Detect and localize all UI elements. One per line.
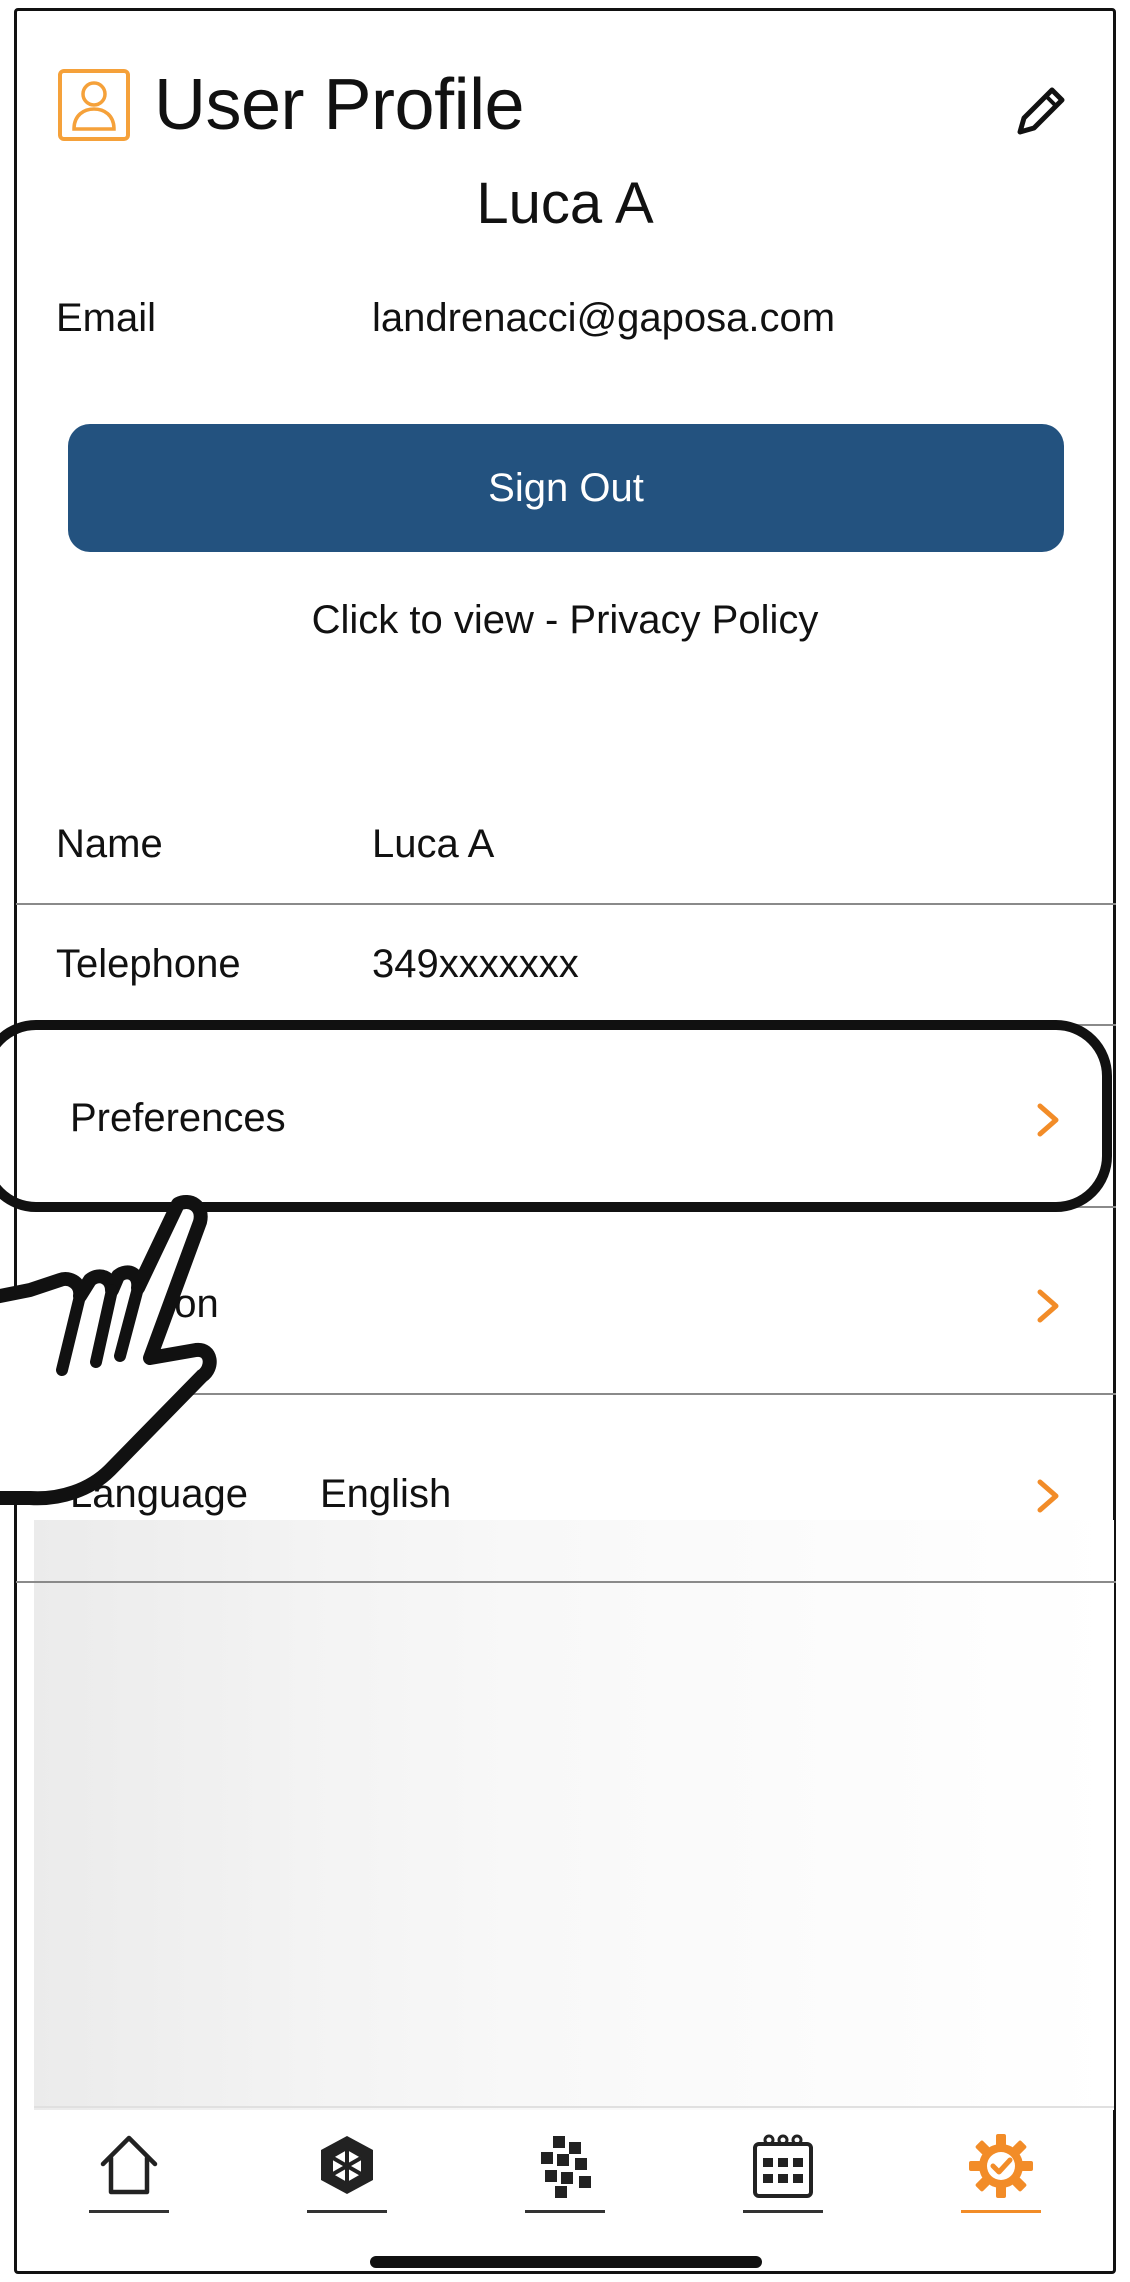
tabbar-divider xyxy=(34,2106,1114,2108)
telephone-value: 349xxxxxxx xyxy=(372,942,579,986)
tab-underline xyxy=(743,2210,823,2213)
tab-underline xyxy=(89,2210,169,2213)
language-value: English xyxy=(320,1472,452,1516)
bottom-tab-bar xyxy=(0,2106,1130,2226)
home-icon xyxy=(100,2135,158,2195)
sign-out-button[interactable]: Sign Out xyxy=(68,424,1064,552)
tab-settings[interactable] xyxy=(958,2130,1044,2226)
tab-underline xyxy=(307,2210,387,2213)
cube-icon xyxy=(321,2136,373,2194)
settings-gear-icon xyxy=(969,2134,1033,2198)
email-label: Email xyxy=(56,296,157,340)
tab-groups[interactable] xyxy=(522,2130,608,2226)
tab-scheduler[interactable] xyxy=(740,2130,826,2226)
grid-icon xyxy=(541,2136,591,2198)
calendar-icon xyxy=(753,2134,813,2198)
home-indicator xyxy=(370,2256,762,2268)
pointing-hand-icon xyxy=(0,1195,217,1506)
divider xyxy=(16,903,1116,905)
tab-devices[interactable] xyxy=(304,2130,390,2226)
chevron-right-icon xyxy=(1037,1479,1059,1513)
profile-name: Luca A xyxy=(476,171,654,236)
chevron-right-icon xyxy=(1037,1289,1059,1323)
tab-home[interactable] xyxy=(86,2130,172,2226)
privacy-policy-link[interactable]: Click to view - Privacy Policy xyxy=(0,598,1130,643)
name-value: Luca A xyxy=(372,822,495,866)
pencil-icon[interactable] xyxy=(1010,80,1072,142)
tab-underline-active xyxy=(961,2210,1041,2213)
telephone-label: Telephone xyxy=(56,942,241,986)
name-label: Name xyxy=(56,822,163,866)
user-icon xyxy=(58,69,130,141)
tab-underline xyxy=(525,2210,605,2213)
email-value: landrenacci@gaposa.com xyxy=(372,296,836,340)
page-title: User Profile xyxy=(154,65,525,145)
divider xyxy=(16,1581,1116,1583)
empty-content-area xyxy=(34,1520,1114,2110)
page-header: User Profile xyxy=(58,64,525,146)
